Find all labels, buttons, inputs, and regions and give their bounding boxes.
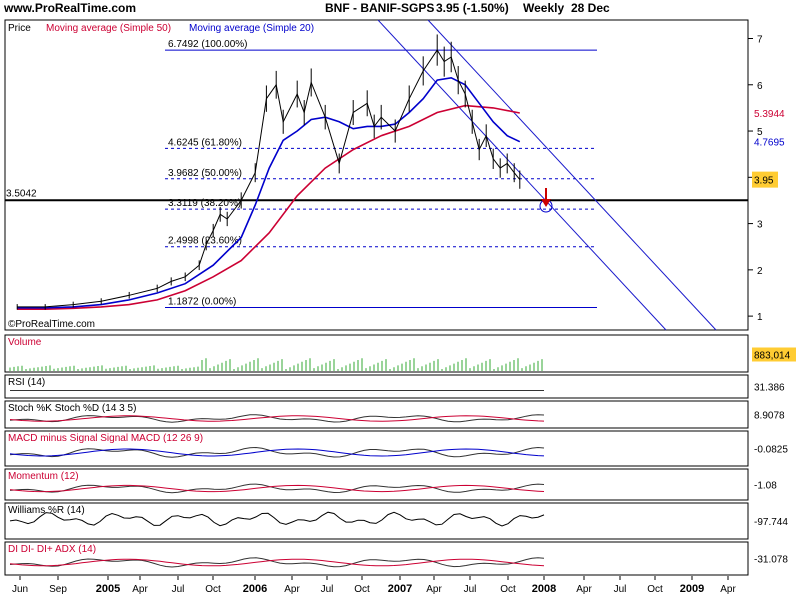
x-axis-label: Apr: [576, 584, 592, 595]
indicator-title: Williams %R (14): [8, 505, 85, 516]
x-axis-label: Jul: [614, 584, 627, 595]
indicator-value: -1.08: [754, 481, 777, 492]
price-panel: [4, 19, 749, 331]
momentum-panel: [4, 468, 749, 501]
watermark-text: ©ProRealTime.com: [8, 319, 95, 330]
williams-panel: [4, 502, 749, 540]
indicator-value: -0.0825: [754, 445, 788, 456]
x-axis-label: Oct: [205, 584, 221, 595]
stock-chart: Price Moving average (Simple 50) Moving av…: [4, 19, 796, 595]
right-value-label: 5.3944: [754, 109, 785, 120]
indicator-title: DI DI- DI+ ADX (14): [8, 544, 96, 555]
x-axis-label: Apr: [426, 584, 442, 595]
adx-panel: [4, 541, 749, 576]
indicator-title: MACD minus Signal Signal MACD (12 26 9): [8, 433, 203, 444]
right-value-label: 3.95: [754, 176, 774, 187]
y-tick-label: 7: [757, 35, 763, 46]
x-axis-label: 2008: [532, 583, 556, 595]
indicator-title: Stoch %K Stoch %D (14 3 5): [8, 403, 136, 414]
indicator-value: -97.744: [754, 517, 788, 528]
x-axis-label: Jun: [12, 584, 28, 595]
x-axis-label: 2009: [680, 583, 704, 595]
x-axis-label: Jul: [321, 584, 334, 595]
indicator-title: Momentum (12): [8, 471, 79, 482]
x-axis-label: Jul: [172, 584, 185, 595]
fib-level-label: 2.4998 (23.60%): [168, 236, 242, 247]
y-tick-label: 1: [757, 312, 763, 323]
x-axis-label: Jul: [464, 584, 477, 595]
indicator-value: 31.386: [754, 383, 785, 394]
fib-level-label: 4.6245 (61.80%): [168, 137, 242, 148]
indicator-title: RSI (14): [8, 377, 45, 388]
x-axis-label: Oct: [500, 584, 516, 595]
y-tick-label: 5: [757, 127, 763, 138]
x-axis-label: Apr: [284, 584, 300, 595]
right-value-label: 4.7695: [754, 138, 785, 149]
y-tick-label: 3: [757, 220, 763, 231]
x-axis-label: Oct: [647, 584, 663, 595]
y-tick-label: 2: [757, 266, 763, 277]
x-axis-label: 2006: [243, 583, 267, 595]
fib-level-label: 3.9682 (50.00%): [168, 168, 242, 179]
support-line-label: 3.5042: [6, 188, 37, 199]
y-tick-label: 6: [757, 81, 763, 92]
legend-entry: Price: [8, 23, 31, 34]
fib-level-label: 6.7492 (100.00%): [168, 39, 248, 50]
x-axis-label: Sep: [49, 584, 67, 595]
x-axis-label: 2007: [388, 583, 412, 595]
indicator-title: Volume: [8, 337, 42, 348]
volume-panel: [4, 334, 749, 373]
fib-level-label: 1.1872 (0.00%): [168, 296, 236, 307]
legend-entry: Moving average (Simple 50): [46, 23, 171, 34]
x-axis-label: 2005: [96, 583, 120, 595]
x-axis-label: Apr: [132, 584, 148, 595]
rsi-panel: [4, 374, 749, 399]
x-axis-label: Apr: [720, 584, 736, 595]
legend-entry: Moving average (Simple 20): [189, 23, 314, 34]
x-axis-label: Oct: [354, 584, 370, 595]
indicator-value: 883,014: [754, 351, 791, 362]
indicator-value: -31.078: [754, 555, 788, 566]
indicator-value: 8.9078: [754, 411, 785, 422]
